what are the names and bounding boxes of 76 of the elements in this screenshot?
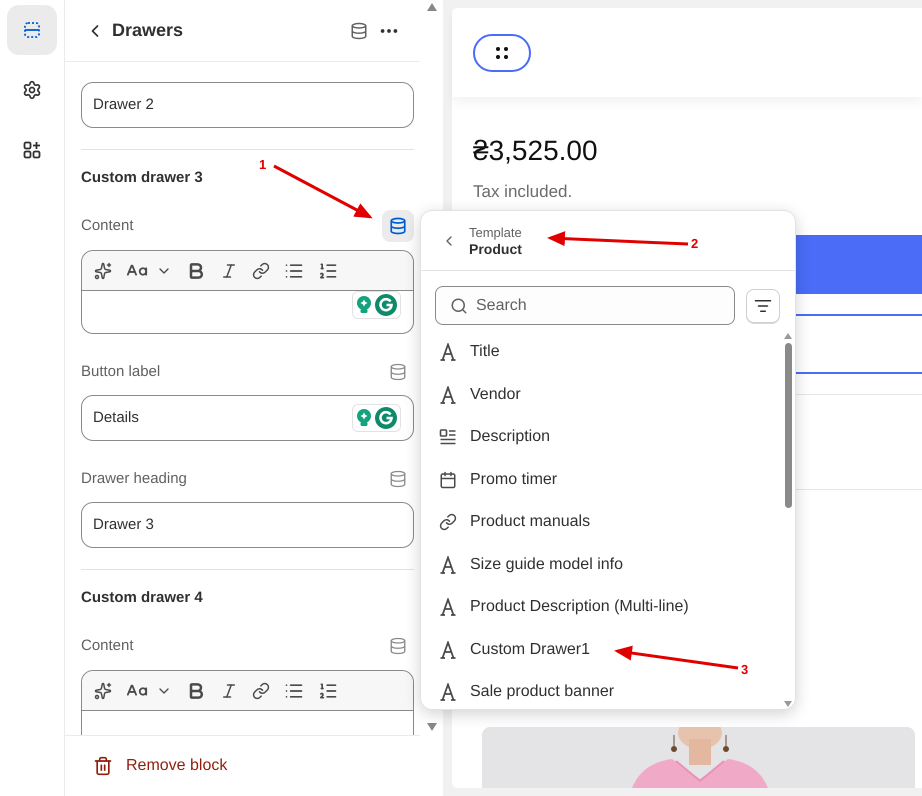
calendar-icon bbox=[439, 470, 457, 489]
rich-text-editor[interactable] bbox=[81, 250, 414, 334]
source-list-item[interactable]: Vendor bbox=[439, 374, 525, 416]
source-list-item[interactable]: Product Description (Multi-line) bbox=[439, 586, 693, 628]
text-field[interactable]: Drawer 2 bbox=[81, 82, 414, 128]
field-value: Drawer 3 bbox=[93, 514, 154, 535]
product-price: ₴3,525.00 bbox=[473, 134, 599, 168]
panel-title: Drawers bbox=[112, 19, 184, 42]
grammar-logo-icon bbox=[375, 294, 397, 316]
database-icon bbox=[389, 363, 407, 381]
remove-block-button[interactable]: Remove block bbox=[93, 754, 228, 778]
link-icon[interactable] bbox=[252, 682, 270, 700]
numbered-list-icon[interactable] bbox=[318, 680, 338, 700]
text-field[interactable]: Details bbox=[81, 395, 414, 441]
source-list-item[interactable]: Title bbox=[439, 331, 504, 374]
menu-pill-button[interactable] bbox=[473, 34, 531, 72]
trash-icon bbox=[93, 756, 113, 776]
field-value: Drawer 2 bbox=[93, 94, 154, 115]
scroll-up-arrow-icon[interactable] bbox=[426, 2, 438, 12]
grammarly-badge[interactable] bbox=[352, 404, 401, 432]
grammarly-badge[interactable] bbox=[352, 291, 401, 319]
annotation-number: 2 bbox=[691, 236, 698, 252]
database-icon bbox=[389, 217, 407, 235]
letter-icon bbox=[439, 343, 457, 362]
bulb-icon bbox=[356, 295, 372, 315]
scroll-up-arrow-icon[interactable] bbox=[784, 333, 792, 339]
search-field[interactable]: Search bbox=[435, 286, 735, 325]
section-heading: Custom drawer 3 bbox=[81, 168, 204, 188]
link-icon[interactable] bbox=[252, 262, 270, 280]
tax-note: Tax included. bbox=[473, 181, 574, 203]
scroll-down-arrow-icon[interactable] bbox=[426, 722, 438, 732]
field-label: Content bbox=[81, 636, 134, 656]
letter-icon bbox=[439, 640, 457, 659]
text-field[interactable]: Drawer 3 bbox=[81, 502, 414, 548]
sections-icon bbox=[22, 20, 42, 40]
numbered-list-icon[interactable] bbox=[318, 260, 338, 280]
database-icon[interactable] bbox=[350, 22, 368, 40]
dynamic-source-button[interactable] bbox=[382, 210, 414, 242]
field-label: Content bbox=[81, 216, 134, 236]
filter-button[interactable] bbox=[746, 288, 780, 322]
database-icon bbox=[389, 637, 407, 655]
field-label: Button label bbox=[81, 362, 160, 382]
database-icon bbox=[389, 470, 407, 488]
apps-icon bbox=[22, 140, 42, 160]
source-list-item[interactable]: Product manuals bbox=[439, 501, 594, 544]
source-list-item[interactable]: Size guide model info bbox=[439, 544, 627, 586]
rich-text-editor[interactable] bbox=[81, 670, 414, 735]
dots-icon bbox=[495, 46, 509, 60]
search-icon bbox=[450, 296, 468, 314]
link-icon bbox=[439, 513, 457, 532]
grammar-logo-icon bbox=[375, 407, 397, 429]
bulb-icon bbox=[356, 408, 372, 428]
field-label: Drawer heading bbox=[81, 468, 187, 489]
letter-icon bbox=[439, 556, 457, 574]
scroll-down-arrow-icon[interactable] bbox=[784, 701, 792, 707]
field-value: Details bbox=[93, 408, 139, 428]
scrollbar-thumb[interactable] bbox=[784, 343, 792, 508]
source-list-item[interactable]: Description bbox=[439, 416, 554, 458]
source-list-item[interactable]: Sale product banner bbox=[439, 671, 618, 709]
italic-icon[interactable] bbox=[220, 682, 238, 700]
letter-icon bbox=[439, 386, 457, 404]
letter-icon bbox=[439, 598, 457, 616]
breadcrumb-label: Template bbox=[469, 224, 522, 240]
letter-icon bbox=[439, 683, 457, 702]
popover-title: Product bbox=[469, 240, 522, 258]
italic-icon[interactable] bbox=[220, 262, 238, 280]
source-list-item[interactable]: Custom Drawer1 bbox=[439, 628, 594, 671]
section-heading: Custom drawer 4 bbox=[81, 588, 204, 608]
annotation-number: 3 bbox=[741, 662, 748, 678]
description-icon bbox=[439, 428, 457, 446]
ai-sparkle-icon[interactable] bbox=[94, 682, 112, 700]
settings-icon bbox=[22, 80, 42, 100]
annotation-number: 1 bbox=[259, 157, 266, 173]
search-input[interactable]: Search bbox=[476, 294, 716, 318]
source-list-item[interactable]: Promo timer bbox=[439, 458, 562, 501]
ai-sparkle-icon[interactable] bbox=[94, 262, 112, 280]
